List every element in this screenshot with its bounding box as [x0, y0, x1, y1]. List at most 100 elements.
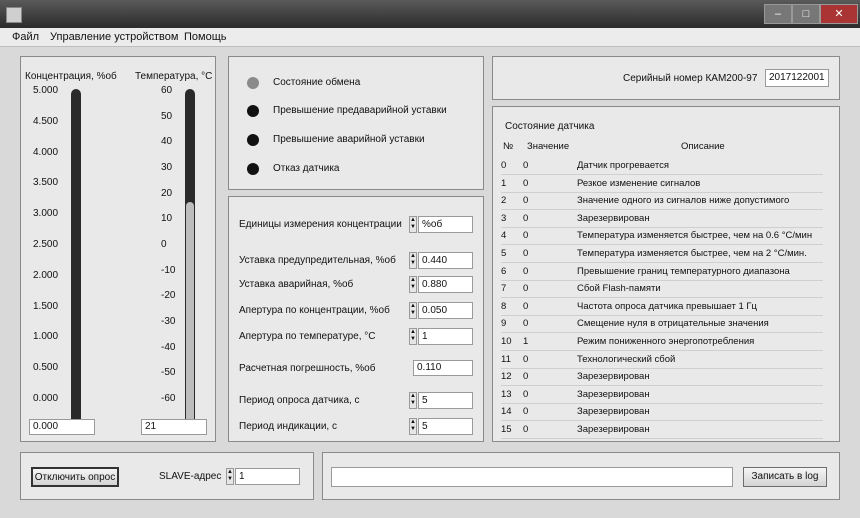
row-value: 0 [523, 265, 529, 277]
conc-tick: 2.500 [33, 239, 59, 250]
temp-label: Температура, °С [135, 71, 213, 82]
ap-temp-value[interactable]: 1 [418, 328, 473, 345]
row-number: 12 [501, 371, 512, 383]
serial-label: Серийный номер КАМ200-97 [623, 73, 758, 84]
units-value[interactable]: %об [418, 216, 473, 233]
row-description: Температура изменяется быстрее, чем на 0… [577, 230, 813, 242]
conc-tick: 3.000 [33, 208, 59, 220]
ap-conc-value[interactable]: 0.050 [418, 302, 473, 319]
col-number-header: № [503, 141, 514, 152]
table-row: 0 0 Датчик прогревается [501, 157, 823, 175]
alarm-value[interactable]: 0.880 [418, 276, 473, 293]
table-row: 6 0 Превышение границ температурного диапа… [501, 263, 823, 281]
ap-conc-stepper[interactable]: ▲ ▼ 0.050 [409, 302, 473, 319]
table-row: 10 1 Режим пониженного энергопотребления [501, 333, 823, 351]
menu-file[interactable]: Файл [12, 31, 39, 43]
slave-stepper-arrows[interactable]: ▲ ▼ [226, 468, 234, 485]
warn-stepper[interactable]: ▲ ▼ 0.440 [409, 252, 473, 269]
row-number: 9 [501, 318, 507, 330]
conc-tick: 1.500 [33, 300, 59, 312]
row-description: Температура изменяется быстрее, чем на 2… [577, 248, 807, 259]
conc-bar [71, 89, 81, 435]
row-description: Зарезервирован [577, 406, 650, 418]
conc-tick: 4.500 [33, 115, 59, 127]
sensor-failure-indicator [247, 163, 259, 175]
table-row: 13 0 Зарезервирован [501, 386, 823, 404]
row-value: 0 [523, 424, 529, 435]
poll-stepper-arrows[interactable]: ▲ ▼ [409, 392, 417, 409]
ind-value[interactable]: 5 [418, 418, 473, 435]
warn-stepper-arrows[interactable]: ▲ ▼ [409, 252, 417, 269]
row-description: Сбой Flash-памяти [577, 283, 661, 295]
poll-value[interactable]: 5 [418, 392, 473, 409]
units-spinner-arrows[interactable]: ▲ ▼ [409, 216, 417, 233]
temp-tick: -20 [161, 290, 176, 302]
units-select[interactable]: ▲ ▼ %об [409, 216, 473, 233]
warn-label: Уставка предупредительная, %об [239, 255, 396, 266]
row-value: 0 [523, 283, 529, 295]
ap-conc-stepper-arrows[interactable]: ▲ ▼ [409, 302, 417, 319]
ap-temp-stepper-arrows[interactable]: ▲ ▼ [409, 328, 417, 345]
row-number: 5 [501, 248, 507, 259]
poll-stepper[interactable]: ▲ ▼ 5 [409, 392, 473, 409]
write-log-button[interactable]: Записать в log [743, 467, 827, 487]
menu-help[interactable]: Помощь [184, 31, 227, 43]
ind-stepper-arrows[interactable]: ▲ ▼ [409, 418, 417, 435]
temp-tick: -10 [161, 264, 176, 276]
slave-value[interactable]: 1 [235, 468, 300, 485]
temp-bar-fill [186, 202, 194, 433]
row-description: Технологический сбой [577, 353, 676, 365]
row-number: 4 [501, 230, 507, 242]
units-label: Единицы измерения концентрации [239, 219, 402, 230]
row-number: 2 [501, 195, 507, 207]
alarm-indicator [247, 134, 259, 146]
err-label: Расчетная погрешность, %об [239, 363, 376, 374]
table-row: 7 0 Сбой Flash-памяти [501, 280, 823, 299]
conc-tick: 0.000 [33, 393, 59, 404]
temp-tick: 60 [161, 85, 173, 96]
temp-tick: -30 [161, 316, 176, 327]
alarm-stepper-arrows[interactable]: ▲ ▼ [409, 276, 417, 293]
row-number: 1 [501, 177, 507, 189]
conc-tick: 1.000 [33, 331, 59, 343]
row-value: 0 [523, 318, 529, 330]
row-value: 1 [523, 336, 529, 347]
row-value: 0 [523, 300, 529, 312]
prealarm-indicator [247, 105, 259, 117]
table-row: 15 0 Зарезервирован [501, 421, 823, 439]
ind-stepper[interactable]: ▲ ▼ 5 [409, 418, 473, 435]
sensor-state-title: Состояние датчика [505, 121, 595, 132]
row-description: Частота опроса датчика превышает 1 Гц [577, 300, 757, 312]
row-description: Резкое изменение сигналов [577, 177, 701, 189]
bottom-left-panel: Отключить опрос SLAVE-адрес ▲ ▼ 1 [20, 452, 314, 500]
temp-tick: 20 [161, 187, 173, 199]
status-prealarm: Превышение предаварийной уставки [273, 105, 447, 116]
disconnect-button[interactable]: Отключить опрос [31, 467, 119, 487]
maximize-button[interactable]: □ [792, 4, 820, 24]
close-button[interactable]: ✕ [820, 4, 858, 24]
ap-temp-label: Апертура по температуре, °С [239, 331, 376, 342]
temp-tick: -50 [161, 367, 176, 379]
serial-panel: Серийный номер КАМ200-97 2017122001 [492, 56, 840, 100]
conc-tick: 4.000 [33, 146, 59, 158]
row-number: 7 [501, 283, 507, 295]
row-value: 0 [523, 248, 529, 259]
row-description: Превышение границ температурного диапазо… [577, 265, 790, 277]
warn-value[interactable]: 0.440 [418, 252, 473, 269]
table-row: 9 0 Смещение нуля в отрицательные значения [501, 315, 823, 334]
row-number: 14 [501, 406, 512, 418]
title-bar: – □ ✕ [0, 0, 860, 28]
alarm-stepper[interactable]: ▲ ▼ 0.880 [409, 276, 473, 293]
conc-tick: 3.500 [33, 177, 59, 189]
col-description-header: Описание [681, 141, 725, 152]
log-field[interactable] [331, 467, 733, 487]
temp-value-field: 21 [141, 419, 207, 435]
row-number: 0 [501, 160, 507, 171]
row-number: 8 [501, 300, 507, 312]
ap-temp-stepper[interactable]: ▲ ▼ 1 [409, 328, 473, 345]
slave-stepper[interactable]: ▲ ▼ 1 [226, 468, 300, 485]
conc-tick: 0.500 [33, 362, 59, 374]
row-description: Зарезервирован [577, 212, 650, 224]
minimize-button[interactable]: – [764, 4, 792, 24]
menu-device-control[interactable]: Управление устройством [50, 31, 178, 43]
